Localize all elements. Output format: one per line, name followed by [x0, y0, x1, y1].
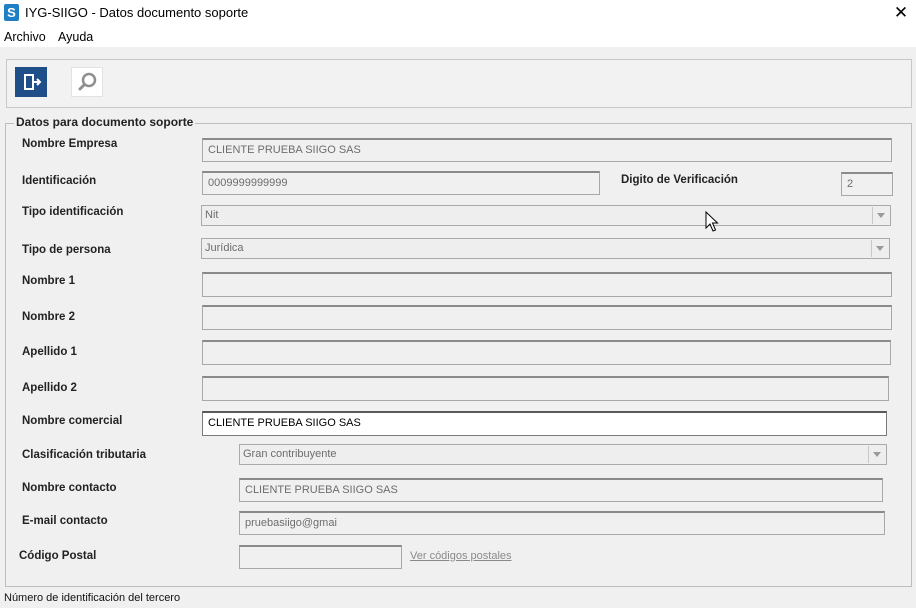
clasificacion-tributaria-value: Gran contribuyente	[243, 448, 337, 460]
menu-ayuda[interactable]: Ayuda	[58, 30, 93, 44]
nombre-empresa-label: Nombre Empresa	[22, 138, 118, 150]
tipo-persona-value: Jurídica	[205, 242, 244, 254]
search-button[interactable]	[71, 67, 103, 97]
apellido2-field[interactable]	[202, 376, 889, 401]
identificacion-label: Identificación	[22, 175, 97, 187]
tipo-identificacion-label: Tipo identificación	[22, 206, 124, 218]
exit-button[interactable]	[15, 67, 47, 97]
group-legend: Datos para documento soporte	[14, 115, 196, 129]
digito-verificacion-field[interactable]: 2	[841, 172, 893, 196]
siigo-app-icon: S	[4, 4, 19, 21]
tipo-identificacion-value: Nit	[205, 209, 219, 221]
menu-bar: Archivo Ayuda	[0, 27, 916, 47]
nombre-comercial-field[interactable]: CLIENTE PRUEBA SIIGO SAS	[202, 411, 887, 436]
ver-codigos-postales-link[interactable]: Ver códigos postales	[410, 550, 512, 562]
close-icon: ✕	[893, 3, 909, 22]
email-contacto-field[interactable]: pruebasiigo@gmai	[239, 511, 885, 535]
chevron-down-icon[interactable]	[871, 240, 888, 257]
codigo-postal-label: Código Postal	[19, 550, 97, 562]
nombre-empresa-field[interactable]: CLIENTE PRUEBA SIIGO SAS	[202, 138, 892, 162]
codigo-postal-field[interactable]	[239, 545, 402, 569]
status-bar-text: Número de identificación del tercero	[4, 592, 181, 604]
identificacion-field[interactable]: 0009999999999	[202, 171, 600, 195]
tipo-persona-label: Tipo de persona	[22, 244, 111, 256]
nombre-contacto-field[interactable]: CLIENTE PRUEBA SIIGO SAS	[239, 478, 883, 502]
tipo-identificacion-select[interactable]: Nit	[201, 205, 891, 226]
apellido1-label: Apellido 1	[22, 346, 77, 358]
email-contacto-label: E-mail contacto	[22, 515, 108, 527]
clasificacion-tributaria-select[interactable]: Gran contribuyente	[239, 444, 887, 465]
digito-verificacion-label: Digito de Verificación	[621, 174, 738, 186]
chevron-down-icon[interactable]	[872, 207, 889, 224]
nombre-contacto-label: Nombre contacto	[22, 482, 117, 494]
magnifier-icon	[78, 72, 97, 91]
nombre2-field[interactable]	[202, 305, 892, 330]
nombre-comercial-label: Nombre comercial	[22, 415, 123, 427]
tipo-persona-select[interactable]: Jurídica	[201, 238, 890, 259]
menu-archivo[interactable]: Archivo	[4, 30, 46, 44]
window-title: IYG-SIIGO - Datos documento soporte	[25, 5, 249, 20]
title-bar: S IYG-SIIGO - Datos documento soporte ✕	[0, 0, 916, 27]
nombre1-field[interactable]	[202, 272, 892, 297]
toolbar	[6, 59, 912, 108]
apellido2-label: Apellido 2	[22, 382, 77, 394]
nombre1-label: Nombre 1	[22, 275, 76, 287]
chevron-down-icon[interactable]	[868, 446, 885, 463]
clasificacion-tributaria-label: Clasificación tributaria	[22, 449, 146, 461]
exit-door-icon	[24, 74, 42, 90]
close-button[interactable]: ✕	[886, 0, 916, 27]
mouse-cursor-icon	[705, 211, 719, 232]
apellido1-field[interactable]	[202, 340, 891, 365]
nombre2-label: Nombre 2	[22, 311, 76, 323]
